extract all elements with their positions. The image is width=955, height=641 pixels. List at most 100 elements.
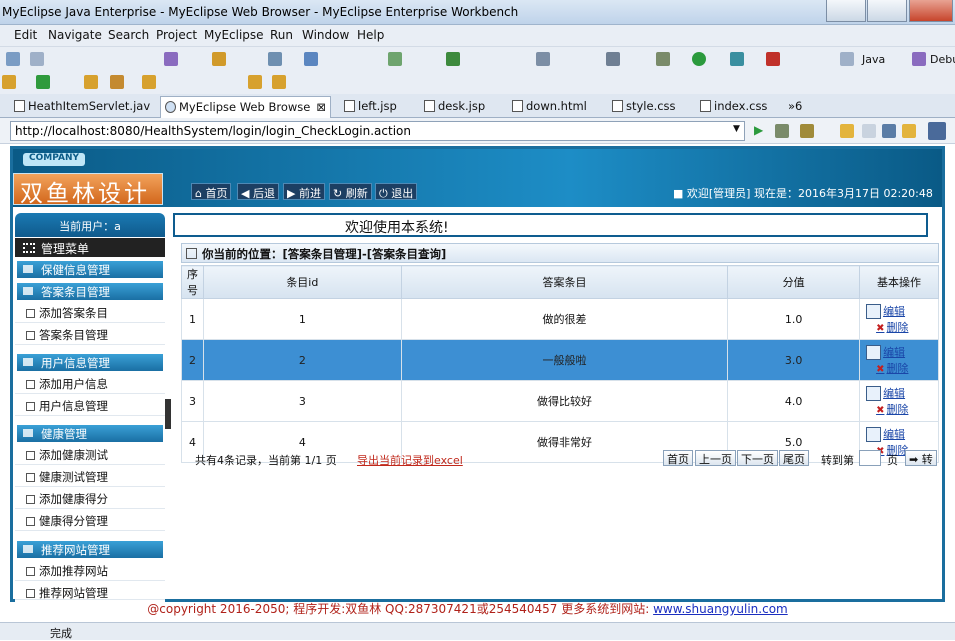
prev-page-button[interactable]: 上一页 [695, 450, 736, 466]
forward-icon[interactable] [862, 124, 876, 138]
tab-desk-jsp[interactable]: desk.jsp [420, 96, 489, 118]
nav-logout-button[interactable]: ⏻ 退出 [375, 183, 418, 200]
footer-link[interactable]: www.shuangyulin.com [653, 602, 788, 616]
first-page-button[interactable]: 首页 [663, 450, 693, 466]
close-button[interactable] [909, 0, 953, 22]
back-nav-icon[interactable] [248, 75, 262, 89]
menu-run[interactable]: Run [270, 28, 293, 42]
sidebar-item-answer-manage[interactable]: 答案条目管理 [15, 324, 165, 345]
reload-icon[interactable] [902, 124, 916, 138]
sidebar-item-add-user[interactable]: 添加用户信息 [15, 373, 165, 394]
edit-link[interactable]: 编辑 [866, 344, 938, 361]
menu-edit[interactable]: Edit [14, 28, 37, 42]
browser-content: COMPANY 双鱼林设计 ⌂ 首页 ◀ 后退 ▶ 前进 ↻ 刷新 ⏻ 退出 ■… [0, 144, 955, 622]
section-health-info[interactable]: 保健信息管理 [17, 261, 163, 278]
perspective-icon[interactable] [840, 52, 854, 66]
tab-web-browser[interactable]: MyEclipse Web Browse ⊠ [160, 96, 331, 118]
forward-nav-icon[interactable] [272, 75, 286, 89]
menu-myeclipse[interactable]: MyEclipse [204, 28, 264, 42]
debug-icon[interactable] [656, 52, 670, 66]
menu-help[interactable]: Help [357, 28, 384, 42]
sidebar-collapse-handle[interactable] [165, 399, 171, 429]
section-user-info[interactable]: 用户信息管理 [17, 354, 163, 371]
run-icon[interactable] [692, 52, 706, 66]
table-row[interactable]: 2 2 一般般啦 3.0 编辑删除 [181, 339, 939, 381]
tab-left-jsp[interactable]: left.jsp [340, 96, 401, 118]
pencil-icon[interactable] [304, 52, 318, 66]
web-icon[interactable] [268, 52, 282, 66]
wizard-icon[interactable] [2, 75, 16, 89]
export-excel-link[interactable]: 导出当前记录到excel [357, 452, 463, 468]
sidebar-item-add-site[interactable]: 添加推荐网站 [15, 560, 165, 581]
tab-style-css[interactable]: style.css [608, 96, 680, 118]
welcome-text: ■ 欢迎[管理员] 现在是：2016年3月17日 02:20:48 [673, 187, 933, 200]
nav-back-button[interactable]: ◀ 后退 [237, 183, 279, 200]
perspective-debug[interactable]: Debu [930, 53, 955, 66]
table-row[interactable]: 3 3 做得比较好 4.0 编辑删除 [181, 380, 939, 422]
tab-down-html[interactable]: down.html [508, 96, 591, 118]
tab-heathitemservlet[interactable]: HeathItemServlet.jav [10, 96, 154, 118]
section-sites[interactable]: 推荐网站管理 [17, 541, 163, 558]
section-answer-items[interactable]: 答案条目管理 [17, 283, 163, 300]
cell-ops: 编辑删除 [859, 339, 939, 381]
edit-link[interactable]: 编辑 [866, 303, 938, 320]
nav-home-button[interactable]: ⌂ 首页 [191, 183, 232, 200]
folder-icon[interactable] [84, 75, 98, 89]
package-icon[interactable] [212, 52, 226, 66]
tab-index-css[interactable]: index.css [696, 96, 771, 118]
globe-icon[interactable] [446, 52, 460, 66]
inspect-icon[interactable] [800, 124, 814, 138]
refresh-icon[interactable] [36, 75, 50, 89]
toolbar-1: Java Debu [0, 47, 955, 71]
url-dropdown-icon[interactable]: ▼ [733, 124, 740, 134]
sidebar-item-user-manage[interactable]: 用户信息管理 [15, 395, 165, 416]
debug-perspective-icon[interactable] [912, 52, 926, 66]
minimize-button[interactable] [826, 0, 866, 22]
server-icon[interactable] [536, 52, 550, 66]
page-number-input[interactable] [859, 450, 881, 466]
monitor-icon[interactable] [606, 52, 620, 66]
menu-project[interactable]: Project [156, 28, 197, 42]
deploy-icon[interactable] [388, 52, 402, 66]
menu-window[interactable]: Window [302, 28, 349, 42]
delete-link[interactable]: 删除 [866, 319, 938, 335]
edit-link[interactable]: 编辑 [866, 426, 938, 443]
file-icon[interactable] [142, 75, 156, 89]
url-input[interactable]: http://localhost:8080/HealthSystem/login… [10, 121, 745, 141]
sidebar-item-test-manage[interactable]: 健康测试管理 [15, 466, 165, 487]
new-icon[interactable] [6, 52, 20, 66]
save-icon[interactable] [30, 52, 44, 66]
section-health[interactable]: 健康管理 [17, 425, 163, 442]
table-row[interactable]: 1 1 做的很差 1.0 编辑删除 [181, 298, 939, 340]
edit-link[interactable]: 编辑 [866, 385, 938, 402]
back-icon[interactable] [840, 124, 854, 138]
close-tab-icon[interactable]: ⊠ [316, 100, 326, 114]
settings-icon[interactable] [928, 122, 946, 140]
brush-icon[interactable] [110, 75, 124, 89]
nav-refresh-button[interactable]: ↻ 刷新 [329, 183, 372, 200]
delete-link[interactable]: 删除 [866, 360, 938, 376]
perspective-java[interactable]: Java [862, 53, 885, 66]
go-icon[interactable]: ▶ [754, 123, 763, 137]
tab-overflow[interactable]: »6 [774, 96, 806, 118]
next-page-button[interactable]: 下一页 [737, 450, 778, 466]
sidebar-item-score-manage[interactable]: 健康得分管理 [15, 510, 165, 531]
go-label: 转 [921, 453, 933, 466]
sidebar-item-add-answer[interactable]: 添加答案条目 [15, 302, 165, 323]
sidebar-item-site-manage[interactable]: 推荐网站管理 [15, 582, 165, 600]
open-type-icon[interactable] [164, 52, 178, 66]
nav-forward-button[interactable]: ▶ 前进 [283, 183, 325, 200]
maximize-button[interactable] [867, 0, 907, 22]
stop-icon[interactable] [766, 52, 780, 66]
go-button[interactable]: ➡ 转 [905, 450, 937, 466]
sidebar-item-add-test[interactable]: 添加健康测试 [15, 444, 165, 465]
sidebar-item-add-score[interactable]: 添加健康得分 [15, 488, 165, 509]
stop-page-icon[interactable] [882, 124, 896, 138]
tab-overflow-label: »6 [788, 99, 803, 113]
external-tools-icon[interactable] [730, 52, 744, 66]
last-page-button[interactable]: 尾页 [779, 450, 809, 466]
menu-search[interactable]: Search [108, 28, 149, 42]
debug-page-icon[interactable] [775, 124, 789, 138]
menu-navigate[interactable]: Navigate [48, 28, 102, 42]
delete-link[interactable]: 删除 [866, 401, 938, 417]
